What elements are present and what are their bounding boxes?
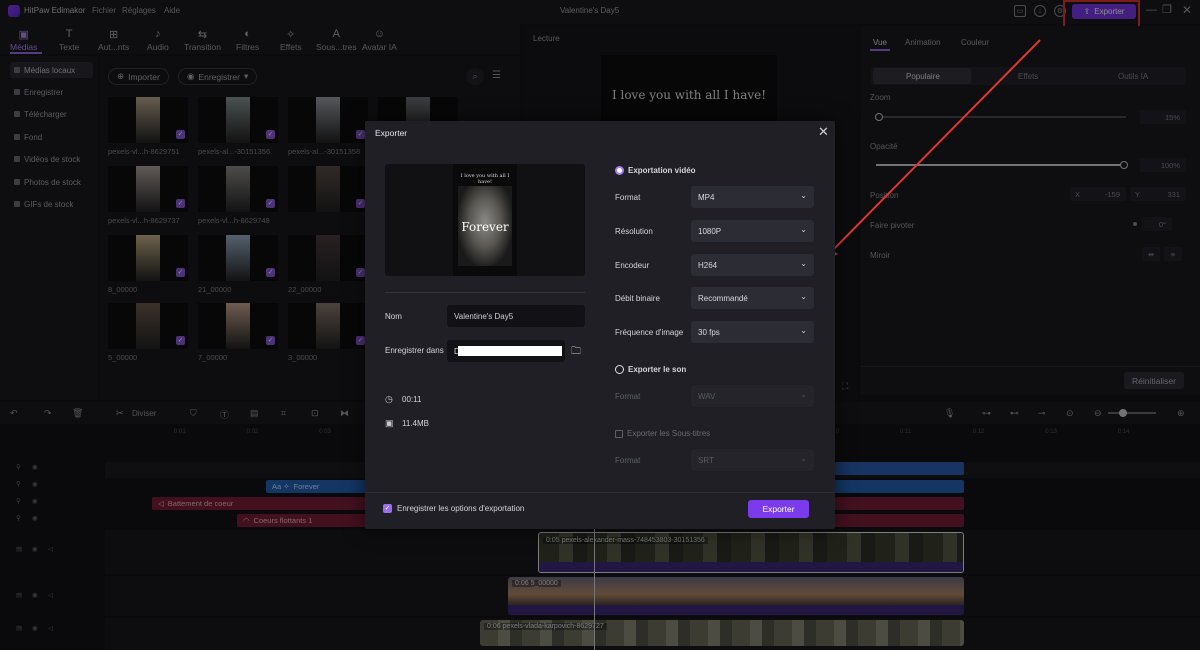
format-select[interactable]: MP4 ⌄ bbox=[691, 186, 814, 208]
divider bbox=[385, 292, 585, 293]
subs-export-label: Exporter les Sous-titres bbox=[627, 429, 711, 438]
dialog-title: Exporter bbox=[375, 128, 408, 138]
name-label: Nom bbox=[385, 312, 402, 321]
chevron-down-icon: ⌄ bbox=[800, 259, 807, 268]
path-redaction bbox=[458, 346, 562, 356]
file-size-value: 11.4MB bbox=[402, 419, 429, 428]
audio-format-label: Format bbox=[615, 392, 641, 401]
format-label: Format bbox=[615, 193, 641, 202]
clock-icon: ◷ bbox=[385, 394, 393, 404]
chevron-down-icon: ⌄ bbox=[800, 191, 807, 200]
video-export-radio[interactable] bbox=[615, 166, 624, 175]
save-options-label: Enregistrer les options d'exportation bbox=[397, 504, 525, 513]
chevron-down-icon: ⌄ bbox=[800, 292, 807, 301]
name-field[interactable]: Valentine's Day5 bbox=[447, 305, 585, 327]
save-options-checkbox[interactable]: ✓ bbox=[383, 504, 392, 513]
export-preview-caption: I love you with all I have! bbox=[460, 173, 510, 185]
bitrate-label: Débit binaire bbox=[615, 294, 660, 303]
subs-format-label: Format bbox=[615, 456, 641, 465]
encoder-select[interactable]: H264 ⌄ bbox=[691, 254, 814, 276]
audio-format-select[interactable]: WAV ⌄ bbox=[691, 385, 814, 407]
duration-value: 00:11 bbox=[402, 395, 422, 404]
resolution-select[interactable]: 1080P ⌄ bbox=[691, 220, 814, 242]
audio-export-label: Exporter le son bbox=[628, 365, 687, 374]
folder-icon[interactable]: 🗀 bbox=[571, 344, 581, 361]
chevron-down-icon: ⌄ bbox=[800, 454, 807, 463]
fps-label: Fréquence d'image bbox=[615, 328, 684, 337]
bitrate-select[interactable]: Recommandé ⌄ bbox=[691, 287, 814, 309]
subs-format-select[interactable]: SRT ⌄ bbox=[691, 449, 814, 471]
close-icon[interactable]: ✕ bbox=[818, 124, 829, 140]
export-preview-title: Forever bbox=[461, 220, 509, 234]
chevron-down-icon: ⌄ bbox=[800, 390, 807, 399]
chevron-down-icon: ⌄ bbox=[800, 326, 807, 335]
fps-select[interactable]: 30 fps ⌄ bbox=[691, 321, 814, 343]
chevron-down-icon: ⌄ bbox=[800, 225, 807, 234]
encoder-label: Encodeur bbox=[615, 261, 650, 270]
dialog-footer-divider bbox=[365, 492, 835, 493]
export-button[interactable]: Exporter bbox=[748, 500, 809, 518]
file-size-icon: ▣ bbox=[385, 418, 394, 428]
save-in-label: Enregistrer dans bbox=[385, 346, 444, 355]
resolution-label: Résolution bbox=[615, 227, 653, 236]
video-export-label: Exportation vidéo bbox=[628, 166, 696, 175]
subs-export-checkbox[interactable] bbox=[615, 430, 623, 438]
audio-export-radio[interactable] bbox=[615, 365, 624, 374]
